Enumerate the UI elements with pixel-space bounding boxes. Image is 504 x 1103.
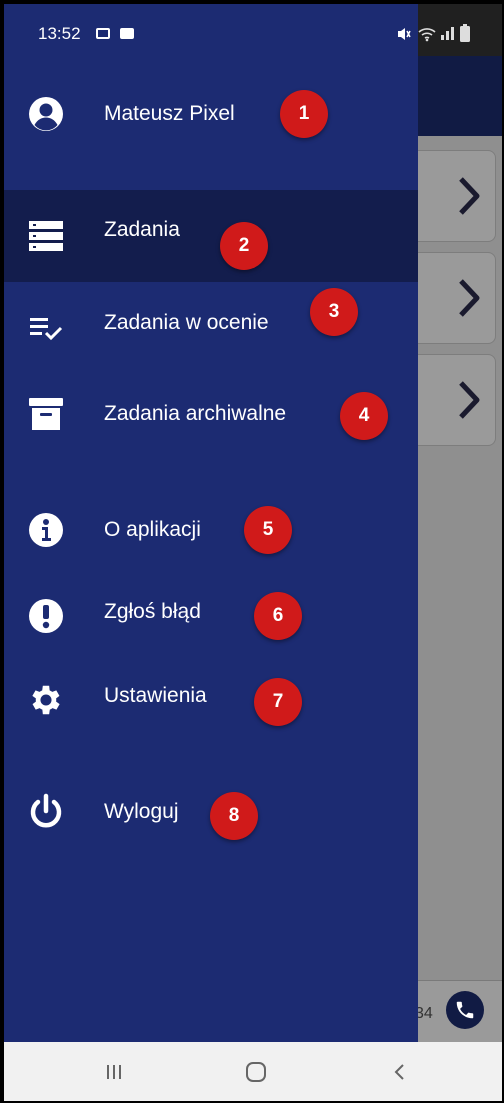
- list-icon: [26, 216, 66, 256]
- menu-label-zadania: Zadania: [104, 218, 180, 241]
- checklist-icon: [26, 308, 66, 348]
- back-button[interactable]: [380, 1056, 420, 1088]
- menu-label-zadania-archiwalne: Zadania archiwalne: [104, 402, 287, 425]
- calendar-icon: [96, 28, 110, 39]
- status-bar: 13:52: [4, 4, 418, 56]
- badge-7: 7: [254, 678, 302, 726]
- chevron-right-icon: [459, 381, 480, 419]
- menu-item-zadania[interactable]: Zadania 2: [4, 190, 418, 282]
- menu-item-ustawienia[interactable]: Ustawienia 7: [4, 660, 418, 740]
- battery-icon: [460, 24, 470, 42]
- menu-item-wyloguj[interactable]: Wyloguj 8: [4, 776, 418, 856]
- account-circle-icon: [26, 94, 66, 134]
- recent-apps-button[interactable]: [94, 1056, 134, 1088]
- checkbox-icon: [120, 28, 134, 39]
- badge-6: 6: [254, 592, 302, 640]
- menu-label-wyloguj: Wyloguj: [104, 800, 179, 823]
- recent-apps-icon: [107, 1065, 121, 1079]
- power-icon: [26, 792, 66, 832]
- badge-4: 4: [340, 392, 388, 440]
- user-profile[interactable]: Mateusz Pixel 1: [4, 74, 418, 154]
- archive-icon: [26, 394, 66, 434]
- gear-icon: [26, 680, 66, 720]
- menu-item-o-aplikacji[interactable]: O aplikacji 5: [4, 490, 418, 570]
- system-nav-bar: [4, 1042, 502, 1101]
- badge-3: 3: [310, 288, 358, 336]
- phone-button[interactable]: [446, 991, 484, 1029]
- chevron-right-icon: [459, 279, 480, 317]
- home-icon: [246, 1062, 266, 1082]
- badge-2: 2: [220, 222, 268, 270]
- status-bar-right: [418, 4, 502, 56]
- menu-label-ustawienia: Ustawienia: [104, 684, 207, 707]
- chevron-right-icon: [459, 177, 480, 215]
- menu-label-o-aplikacji: O aplikacji: [104, 518, 201, 541]
- menu-label-zadania-w-ocenie: Zadania w ocenie: [104, 311, 269, 334]
- screen: 3 4 13:52 Mateusz Pixel 1 Zadania 2 Zadan…: [4, 4, 502, 1101]
- phone-icon: [456, 1001, 474, 1019]
- alert-icon: [26, 596, 66, 636]
- mute-icon: [398, 28, 411, 40]
- navigation-drawer: Mateusz Pixel 1 Zadania 2 Zadania w ocen…: [4, 56, 418, 1042]
- badge-1: 1: [280, 90, 328, 138]
- wifi-icon: [418, 28, 436, 42]
- badge-5: 5: [244, 506, 292, 554]
- menu-item-zadania-w-ocenie[interactable]: Zadania w ocenie 3: [4, 282, 418, 372]
- user-name: Mateusz Pixel: [104, 102, 235, 125]
- badge-8: 8: [210, 792, 258, 840]
- info-icon: [26, 510, 66, 550]
- home-button[interactable]: [236, 1056, 276, 1088]
- menu-label-zglos-blad: Zgłoś błąd: [104, 600, 201, 623]
- status-time: 13:52: [38, 24, 81, 43]
- menu-item-zglos-blad[interactable]: Zgłoś błąd 6: [4, 576, 418, 656]
- back-icon: [394, 1064, 404, 1080]
- menu-item-zadania-archiwalne[interactable]: Zadania archiwalne 4: [4, 372, 418, 460]
- signal-icon: [441, 27, 454, 40]
